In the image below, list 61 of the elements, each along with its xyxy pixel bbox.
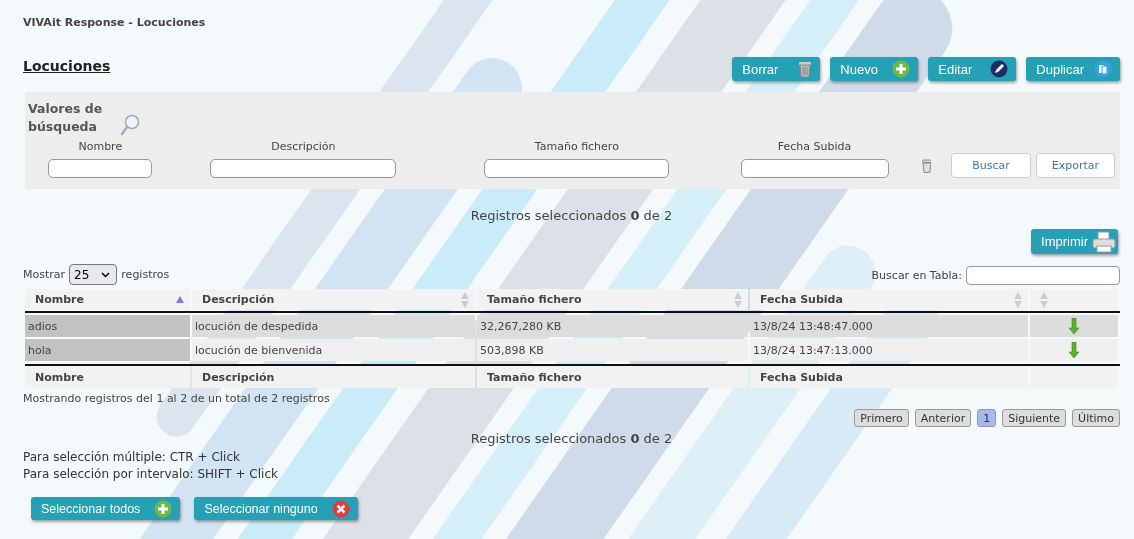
download-arrow-icon[interactable]: [1069, 318, 1079, 334]
table-cell: 503,898 KB: [477, 339, 748, 361]
field-label: Tamaño fichero: [534, 140, 619, 153]
chevron-down-icon: [101, 271, 111, 278]
table-cell: 13/8/24 13:48:47.000: [750, 315, 1028, 337]
plus-icon: [892, 60, 911, 78]
field-label: Fecha Subida: [777, 140, 852, 153]
plus-icon: [154, 499, 173, 518]
search-icon: [120, 114, 140, 136]
header-label: Nombre: [35, 293, 84, 306]
length-label: Mostrar: [23, 268, 66, 281]
panel-title: Valores de búsqueda: [28, 100, 104, 136]
header-label: Tamaño fichero: [487, 293, 582, 306]
table-cell: 13/8/24 13:47:13.000: [750, 339, 1028, 361]
search-field[interactable]: [48, 159, 153, 178]
field-label: Nombre: [78, 140, 123, 153]
trash-icon[interactable]: [921, 159, 932, 173]
column-header[interactable]: [1030, 289, 1118, 310]
search-label: Buscar en Tabla:: [871, 269, 962, 282]
window-title: VIVAit Response - Locuciones: [23, 16, 207, 31]
pagination-button[interactable]: Anterior: [914, 409, 972, 427]
search-field[interactable]: [210, 159, 397, 178]
header-label: Descripción: [202, 293, 275, 306]
table-info: Mostrando registros del 1 al 2 de un total de 2 registros: [23, 392, 331, 405]
table-cell: locución de bienvenida: [192, 339, 475, 361]
header-label: Fecha Subida: [760, 293, 843, 306]
close-icon: [331, 499, 350, 518]
column-footer: Descripción: [192, 366, 475, 388]
panel-button[interactable]: Exportar: [1035, 153, 1116, 178]
table-cell: locución de despedida: [192, 315, 475, 337]
pagination-button[interactable]: Primero: [854, 409, 909, 427]
pagination-button[interactable]: Siguiente: [1002, 409, 1067, 427]
length-label: registros: [121, 268, 170, 281]
column-header[interactable]: Tamaño fichero: [477, 289, 748, 310]
trash-icon: [798, 60, 813, 78]
search-field[interactable]: [740, 159, 889, 178]
page-heading: Locuciones: [23, 58, 111, 74]
column-footer: Tamaño fichero: [477, 366, 748, 388]
table-cell: adios: [25, 315, 190, 337]
column-header[interactable]: Nombre: [25, 289, 190, 310]
search-field[interactable]: [484, 159, 670, 178]
selection-count: Registros seleccionados 0 de 2: [469, 208, 674, 223]
table-search-field[interactable]: [966, 266, 1120, 285]
printer-icon: [1092, 230, 1116, 253]
download-arrow-icon[interactable]: [1069, 342, 1079, 358]
hint-text: Para selección múltiple: CTR + Click: [23, 449, 241, 466]
selection-count: Registros seleccionados 0 de 2: [469, 431, 674, 446]
copy-icon: [1094, 60, 1112, 78]
table-cell: hola: [25, 339, 190, 361]
column-footer: Nombre: [25, 366, 190, 388]
pagination-button[interactable]: 1: [977, 409, 997, 427]
column-header[interactable]: Descripción: [192, 289, 475, 310]
field-label: Descripción: [271, 140, 336, 153]
column-header[interactable]: Fecha Subida: [750, 289, 1028, 310]
pen-icon: [990, 60, 1009, 78]
page-size-dropdown[interactable]: 25: [69, 264, 118, 285]
panel-button[interactable]: Buscar: [951, 153, 1031, 178]
column-footer: Fecha Subida: [750, 366, 1028, 388]
hint-text: Para selección por intervalo: SHIFT + Click: [23, 466, 279, 483]
table-cell: 32,267,280 KB: [477, 315, 748, 337]
pagination-button[interactable]: Último: [1072, 409, 1120, 427]
